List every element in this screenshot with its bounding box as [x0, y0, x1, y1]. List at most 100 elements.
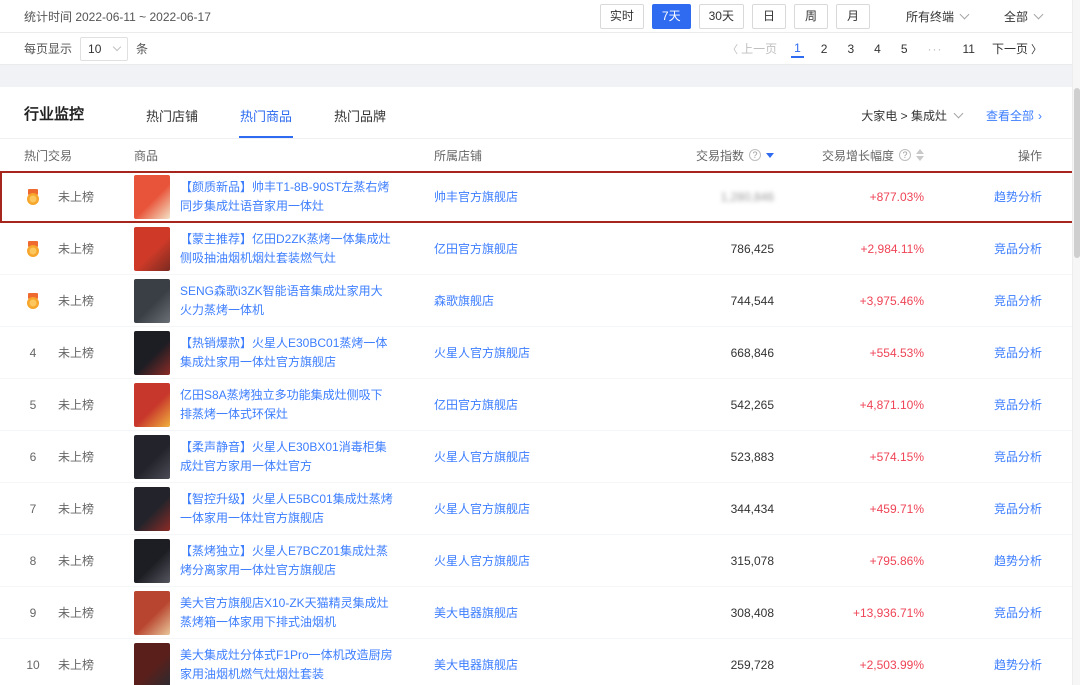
per-page-unit: 条: [136, 40, 148, 57]
shop-link[interactable]: 火星人官方旗舰店: [434, 346, 530, 360]
shop-link[interactable]: 火星人官方旗舰店: [434, 554, 530, 568]
info-icon[interactable]: [749, 149, 761, 161]
page-button-1[interactable]: 1: [791, 39, 804, 58]
product-thumbnail[interactable]: [134, 331, 170, 375]
table-row: 6 未上榜 【柔声静音】火星人E30BX01消毒柜集成灶官方家用一体灶官方 火星…: [0, 431, 1080, 483]
range-button-day[interactable]: 日: [752, 4, 786, 29]
product-title-link[interactable]: 【热销爆款】火星人E30BC01蒸烤一体集成灶家用一体灶官方旗舰店: [180, 334, 394, 371]
product-cell: 【蒙主推荐】亿田D2ZK蒸烤一体集成灶侧吸抽油烟机烟灶套装燃气灶: [134, 227, 434, 271]
growth-value: +459.71%: [870, 502, 924, 516]
product-thumbnail[interactable]: [134, 643, 170, 685]
growth-cell: +4,871.10%: [774, 398, 924, 412]
category-picker[interactable]: 大家电 > 集成灶: [861, 107, 962, 124]
analysis-action-link[interactable]: 竞品分析: [994, 502, 1042, 516]
stat-time-label: 统计时间 2022-06-11 ~ 2022-06-17: [24, 8, 211, 25]
tab-hot-brands[interactable]: 热门品牌: [334, 106, 386, 138]
product-thumbnail[interactable]: [134, 435, 170, 479]
growth-cell: +13,936.71%: [774, 606, 924, 620]
product-title-link[interactable]: 【蒙主推荐】亿田D2ZK蒸烤一体集成灶侧吸抽油烟机烟灶套装燃气灶: [180, 230, 394, 267]
table-row: 3 未上榜 SENG森歌i3ZK智能语音集成灶家用大火力蒸烤一体机 森歌旗舰店 …: [0, 275, 1080, 327]
product-title-link[interactable]: 【智控升级】火星人E5BC01集成灶蒸烤一体家用一体灶官方旗舰店: [180, 490, 394, 527]
product-title-link[interactable]: 美大集成灶分体式F1Pro一体机改造厨房家用油烟机燃气灶烟灶套装: [180, 646, 394, 683]
chevron-down-icon: [1034, 9, 1044, 19]
scope-dropdown[interactable]: 全部: [1004, 8, 1042, 25]
analysis-action-link[interactable]: 竞品分析: [994, 294, 1042, 308]
range-button-realtime[interactable]: 实时: [600, 4, 644, 29]
sort-growth-control[interactable]: [916, 149, 924, 161]
analysis-action-link[interactable]: 竞品分析: [994, 346, 1042, 360]
range-button-30d[interactable]: 30天: [699, 4, 744, 29]
page-ellipsis[interactable]: ···: [925, 40, 946, 58]
rank-cell: 9 未上榜: [24, 604, 134, 621]
scrollbar[interactable]: [1072, 0, 1080, 685]
growth-value: +2,503.99%: [860, 658, 924, 672]
analysis-action-link[interactable]: 竞品分析: [994, 450, 1042, 464]
chevron-left-icon: 〈: [727, 41, 738, 57]
chevron-down-icon: [954, 109, 964, 119]
product-title-link[interactable]: 【蒸烤独立】火星人E7BCZ01集成灶蒸烤分离家用一体灶官方旗舰店: [180, 542, 394, 579]
product-title-link[interactable]: 亿田S8A蒸烤独立多功能集成灶侧吸下排蒸烤一体式环保灶: [180, 386, 394, 423]
prev-page-button[interactable]: 〈 上一页: [727, 40, 777, 57]
tab-hot-products[interactable]: 热门商品: [240, 106, 292, 138]
next-page-button[interactable]: 下一页 〉: [992, 40, 1042, 57]
action-cell: 竞品分析: [924, 240, 1042, 257]
page-button-2[interactable]: 2: [818, 40, 831, 58]
page-button-4[interactable]: 4: [871, 40, 884, 58]
transaction-index-value: 542,265: [731, 398, 774, 412]
view-all-link[interactable]: 查看全部 ›: [986, 107, 1042, 124]
shop-link[interactable]: 亿田官方旗舰店: [434, 398, 518, 412]
product-title-link[interactable]: 【颜质新品】帅丰T1-8B-90ST左蒸右烤同步集成灶语音家用一体灶: [180, 178, 394, 215]
product-cell: 【蒸烤独立】火星人E7BCZ01集成灶蒸烤分离家用一体灶官方旗舰店: [134, 539, 434, 583]
table-body: 1 未上榜 【颜质新品】帅丰T1-8B-90ST左蒸右烤同步集成灶语音家用一体灶…: [0, 171, 1080, 685]
product-thumbnail[interactable]: [134, 227, 170, 271]
analysis-action-link[interactable]: 趋势分析: [994, 554, 1042, 568]
analysis-action-link[interactable]: 竞品分析: [994, 398, 1042, 412]
page-button-5[interactable]: 5: [898, 40, 911, 58]
shop-link[interactable]: 美大电器旗舰店: [434, 658, 518, 672]
page-button-3[interactable]: 3: [844, 40, 857, 58]
tab-hot-shops[interactable]: 热门店铺: [146, 106, 198, 138]
transaction-index-value: 523,883: [731, 450, 774, 464]
rank-cell: 5 未上榜: [24, 396, 134, 413]
product-thumbnail[interactable]: [134, 487, 170, 531]
unranked-label: 未上榜: [58, 240, 94, 257]
shop-link[interactable]: 美大电器旗舰店: [434, 606, 518, 620]
per-page-select[interactable]: 10: [80, 37, 128, 61]
chevron-down-icon: [113, 42, 121, 50]
page-title: 行业监控: [24, 103, 84, 138]
shop-link[interactable]: 火星人官方旗舰店: [434, 450, 530, 464]
shop-cell: 帅丰官方旗舰店: [434, 188, 664, 205]
growth-cell: +2,984.11%: [774, 242, 924, 256]
medal-icon: [24, 240, 42, 258]
terminal-dropdown-value: 所有终端: [906, 8, 954, 25]
transaction-index-value: 315,078: [731, 554, 774, 568]
product-title-link[interactable]: 【柔声静音】火星人E30BX01消毒柜集成灶官方家用一体灶官方: [180, 438, 394, 475]
product-thumbnail[interactable]: [134, 175, 170, 219]
analysis-action-link[interactable]: 趋势分析: [994, 658, 1042, 672]
analysis-action-link[interactable]: 趋势分析: [994, 190, 1042, 204]
product-title-link[interactable]: 美大官方旗舰店X10-ZK天猫精灵集成灶蒸烤箱一体家用下排式油烟机: [180, 594, 394, 631]
shop-link[interactable]: 亿田官方旗舰店: [434, 242, 518, 256]
page-button-11[interactable]: 11: [960, 40, 978, 58]
product-thumbnail[interactable]: [134, 591, 170, 635]
analysis-action-link[interactable]: 竞品分析: [994, 606, 1042, 620]
range-button-week[interactable]: 周: [794, 4, 828, 29]
industry-monitor-panel: 行业监控 热门店铺 热门商品 热门品牌 大家电 > 集成灶 查看全部 › 热门交…: [0, 87, 1080, 685]
range-button-7d[interactable]: 7天: [652, 4, 691, 29]
sort-index-control[interactable]: [766, 153, 774, 158]
product-title-link[interactable]: SENG森歌i3ZK智能语音集成灶家用大火力蒸烤一体机: [180, 282, 394, 319]
shop-link[interactable]: 森歌旗舰店: [434, 294, 494, 308]
range-button-month[interactable]: 月: [836, 4, 870, 29]
terminal-dropdown[interactable]: 所有终端: [906, 8, 968, 25]
info-icon[interactable]: [899, 149, 911, 161]
product-thumbnail[interactable]: [134, 279, 170, 323]
growth-cell: +2,503.99%: [774, 658, 924, 672]
chevron-right-icon: ›: [1038, 109, 1042, 123]
analysis-action-link[interactable]: 竞品分析: [994, 242, 1042, 256]
product-thumbnail[interactable]: [134, 539, 170, 583]
shop-link[interactable]: 帅丰官方旗舰店: [434, 190, 518, 204]
shop-link[interactable]: 火星人官方旗舰店: [434, 502, 530, 516]
action-cell: 竞品分析: [924, 344, 1042, 361]
scrollbar-thumb[interactable]: [1074, 88, 1080, 258]
product-thumbnail[interactable]: [134, 383, 170, 427]
